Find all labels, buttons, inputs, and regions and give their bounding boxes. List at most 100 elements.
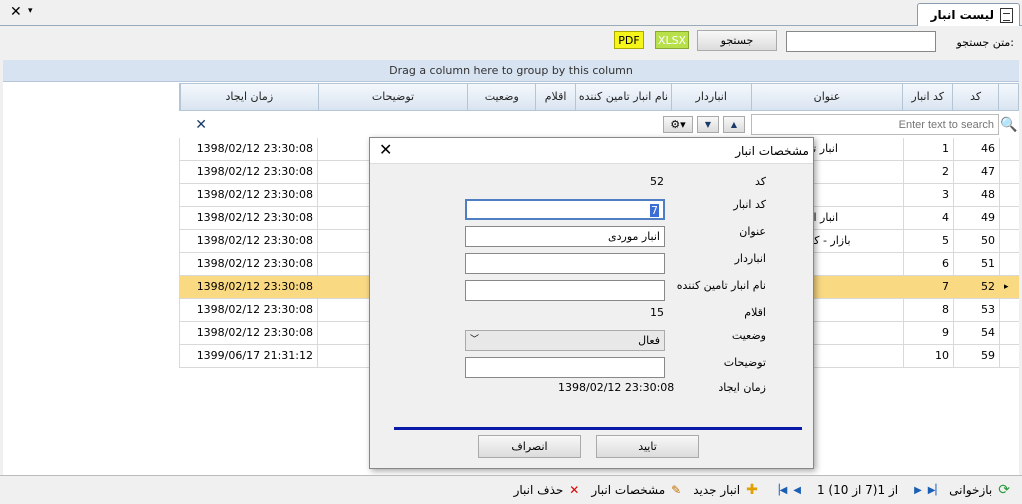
new-warehouse-button[interactable]: انبار جدید bbox=[693, 483, 740, 497]
dialog-title: مشخصات انبار bbox=[735, 144, 809, 158]
cell-warehouse-code: 9 bbox=[903, 322, 953, 344]
search-input[interactable] bbox=[786, 31, 936, 52]
filter-input[interactable] bbox=[751, 114, 999, 135]
search-row: متن جستجو: جستجو XLSX PDF bbox=[0, 27, 1022, 59]
chevron-down-icon[interactable]: ▾ bbox=[28, 6, 33, 16]
cell-created: 1398/02/12 23:30:08 bbox=[179, 299, 317, 321]
column-header-code[interactable]: کد bbox=[952, 84, 998, 110]
warehouse-details-dialog: مشخصات انبار ✕ کد 52 کد انبار 7 عنوان ان… bbox=[369, 137, 814, 469]
row-indicator bbox=[999, 322, 1019, 344]
first-page-icon[interactable]: ▶▏ bbox=[928, 485, 943, 496]
tab-warehouse-list[interactable]: لیست انبار bbox=[917, 3, 1020, 26]
title-field[interactable]: انبار موردی bbox=[465, 226, 665, 247]
cell-warehouse-code: 8 bbox=[903, 299, 953, 321]
cell-created: 1398/02/12 23:30:08 bbox=[179, 138, 317, 160]
label-keeper: انباردار bbox=[734, 252, 766, 265]
close-icon[interactable]: ✕ bbox=[379, 140, 392, 159]
row-indicator bbox=[999, 207, 1019, 229]
cell-code: 47 bbox=[953, 161, 999, 183]
value-items: 15 bbox=[650, 306, 664, 319]
supplier-field[interactable] bbox=[465, 280, 665, 301]
refresh-icon[interactable]: ⟳ bbox=[998, 482, 1010, 498]
refresh-button[interactable]: بازخوانی bbox=[949, 483, 992, 497]
grid-header: کد کد انبار عنوان انباردار نام انبار تام… bbox=[179, 83, 1019, 111]
row-indicator bbox=[999, 345, 1019, 367]
search-icon[interactable]: 🔍 bbox=[999, 117, 1019, 133]
warehouse-code-field[interactable]: 7 bbox=[465, 199, 665, 220]
cell-warehouse-code: 2 bbox=[903, 161, 953, 183]
indicator-header bbox=[998, 84, 1018, 110]
group-panel[interactable]: Drag a column here to group by this colu… bbox=[3, 60, 1019, 82]
row-indicator bbox=[999, 184, 1019, 206]
ok-button[interactable]: تایید bbox=[596, 435, 699, 458]
add-icon[interactable]: ✚ bbox=[746, 482, 758, 498]
row-indicator bbox=[999, 299, 1019, 321]
pager-text: 1 از 1(7 از 10) bbox=[816, 483, 899, 497]
cell-code: 50 bbox=[953, 230, 999, 252]
row-indicator: ▸ bbox=[999, 276, 1019, 298]
next-page-icon[interactable]: ▶ bbox=[914, 485, 922, 496]
edit-warehouse-button[interactable]: مشخصات انبار bbox=[591, 483, 665, 497]
sort-down-button[interactable]: ▼ bbox=[697, 116, 719, 133]
cell-warehouse-code: 5 bbox=[903, 230, 953, 252]
status-bar: ⟳ بازخوانی ▶▏ ▶ 1 از 1(7 از 10) ◀ ▕◀ ✚ ا… bbox=[0, 475, 1022, 504]
clear-filter-icon[interactable]: ✕ bbox=[195, 117, 207, 133]
cell-code: 46 bbox=[953, 138, 999, 160]
column-header-supplier[interactable]: نام انبار تامین کننده bbox=[575, 84, 671, 110]
label-title: عنوان bbox=[739, 225, 766, 238]
keeper-field[interactable] bbox=[465, 253, 665, 274]
cell-created: 1399/06/17 21:31:12 bbox=[179, 345, 317, 367]
cell-code: 53 bbox=[953, 299, 999, 321]
cancel-button[interactable]: انصراف bbox=[478, 435, 581, 458]
cell-created: 1398/02/12 23:30:08 bbox=[179, 184, 317, 206]
column-header-keeper[interactable]: انباردار bbox=[670, 84, 751, 110]
document-icon bbox=[1000, 7, 1013, 23]
xlsx-export-button[interactable]: XLSX bbox=[655, 31, 689, 49]
cell-warehouse-code: 6 bbox=[903, 253, 953, 275]
column-header-title[interactable]: عنوان bbox=[750, 84, 903, 110]
row-indicator bbox=[999, 138, 1019, 160]
delete-icon[interactable]: ✕ bbox=[569, 483, 579, 497]
cell-created: 1398/02/12 23:30:08 bbox=[179, 253, 317, 275]
label-description: توضیحات bbox=[723, 356, 766, 369]
value-code: 52 bbox=[650, 175, 664, 188]
cell-created: 1398/02/12 23:30:08 bbox=[179, 276, 317, 298]
label-supplier: نام انبار تامین کننده bbox=[676, 279, 766, 292]
label-status: وضعیت bbox=[731, 329, 766, 342]
row-indicator bbox=[999, 230, 1019, 252]
label-warehouse-code: کد انبار bbox=[733, 198, 766, 211]
search-button[interactable]: جستجو bbox=[697, 30, 777, 51]
label-code: کد bbox=[754, 175, 766, 188]
prev-page-icon[interactable]: ◀ bbox=[793, 485, 801, 496]
column-header-created[interactable]: زمان ایجاد bbox=[180, 84, 318, 110]
sort-up-button[interactable]: ▲ bbox=[723, 116, 745, 133]
cell-code: 54 bbox=[953, 322, 999, 344]
status-select[interactable]: ﹀ فعال bbox=[465, 330, 665, 351]
column-header-status[interactable]: وضعیت bbox=[467, 84, 535, 110]
column-header-description[interactable]: توضیحات bbox=[317, 84, 468, 110]
cell-created: 1398/02/12 23:30:08 bbox=[179, 230, 317, 252]
value-created: 1398/02/12 23:30:08 bbox=[558, 381, 675, 394]
label-created: زمان ایجاد bbox=[718, 381, 766, 394]
pencil-icon[interactable]: ✎ bbox=[671, 483, 681, 497]
filter-row: 🔍 ▲ ▼ ⚙▾ ✕ bbox=[179, 111, 1019, 138]
tab-label: لیست انبار bbox=[930, 8, 994, 22]
close-icon[interactable]: ✕ bbox=[10, 4, 22, 20]
description-field[interactable] bbox=[465, 357, 665, 378]
last-page-icon[interactable]: ▕◀ bbox=[772, 485, 787, 496]
cell-warehouse-code: 4 bbox=[903, 207, 953, 229]
row-indicator bbox=[999, 161, 1019, 183]
label-items: اقلام bbox=[744, 306, 766, 319]
cell-warehouse-code: 10 bbox=[903, 345, 953, 367]
cell-code: 52 bbox=[953, 276, 999, 298]
cell-code: 48 bbox=[953, 184, 999, 206]
column-header-items[interactable]: اقلام bbox=[535, 84, 575, 110]
column-header-warehouse-code[interactable]: کد انبار bbox=[902, 84, 952, 110]
cell-code: 59 bbox=[953, 345, 999, 367]
gear-icon[interactable]: ⚙▾ bbox=[663, 116, 693, 133]
cell-code: 51 bbox=[953, 253, 999, 275]
cell-warehouse-code: 7 bbox=[903, 276, 953, 298]
delete-warehouse-button[interactable]: حذف انبار bbox=[514, 483, 564, 497]
cell-warehouse-code: 3 bbox=[903, 184, 953, 206]
pdf-export-button[interactable]: PDF bbox=[614, 31, 644, 49]
